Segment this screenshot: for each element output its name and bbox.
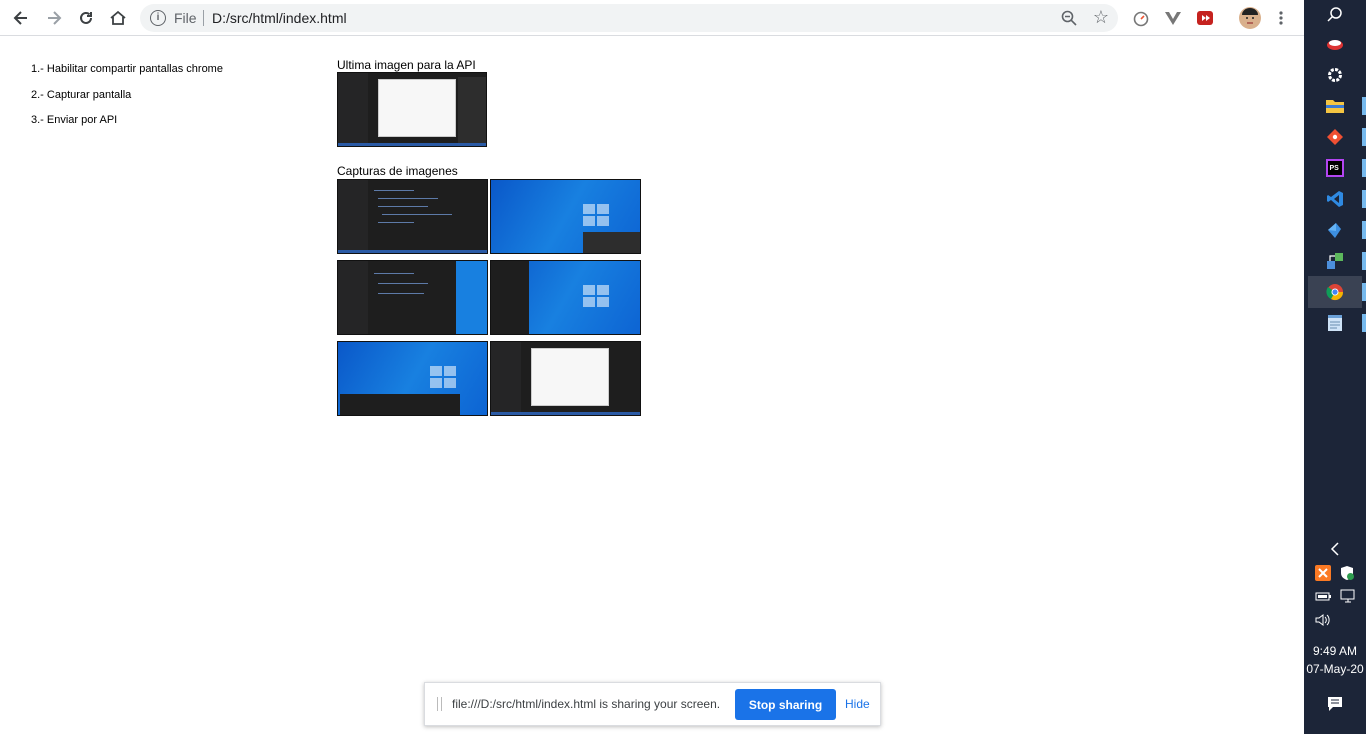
thumb-windows-logo [583,204,609,226]
extension-timer-icon[interactable] [1131,8,1151,28]
clock-time[interactable]: 9:49 AM [1304,644,1366,658]
capture-thumbnail [490,179,641,254]
browser-window: i File D:/src/html/index.html ☆ 1.- Habi… [0,0,1304,734]
bookmark-star-icon[interactable]: ☆ [1093,7,1109,28]
clock-date[interactable]: 07-May-20 [1304,662,1366,676]
thumb-sidebar [338,261,368,334]
thumb-taskbar [338,250,487,253]
thumb-windows-logo [430,366,456,388]
browser-toolbar: i File D:/src/html/index.html ☆ [0,0,1304,36]
address-bar[interactable]: i File D:/src/html/index.html ☆ [140,4,1118,32]
settings-icon[interactable] [1324,64,1346,86]
forward-button[interactable] [42,6,66,30]
git-icon[interactable] [1324,126,1346,148]
page-content: 1.- Habilitar compartir pantallas chrome… [0,37,1304,734]
thumb-editor-panel [340,394,460,415]
last-image-label: Ultima imagen para la API [337,58,476,72]
thumb-desktop-strip [456,261,487,334]
running-indicator [1362,221,1366,239]
stop-sharing-button[interactable]: Stop sharing [735,689,836,720]
home-button[interactable] [106,6,130,30]
extension-red-icon[interactable] [1195,8,1215,28]
home-icon [110,10,126,25]
thumb-taskbar [491,412,640,415]
step-item: 1.- Habilitar compartir pantallas chrome [31,63,223,75]
capture-thumbnail [337,341,488,416]
screen-sharing-bar: file:///D:/src/html/index.html is sharin… [424,682,881,726]
profile-avatar[interactable] [1239,7,1261,29]
file-explorer-icon[interactable] [1324,95,1346,117]
thumb-code-line [378,222,414,223]
running-indicator [1362,190,1366,208]
captures-label: Capturas de imagenes [337,164,458,178]
security-shield-icon[interactable] [1336,562,1358,584]
sharing-message: file:///D:/src/html/index.html is sharin… [452,697,721,711]
volume-icon[interactable] [1312,609,1334,631]
running-indicator [1362,128,1366,146]
battery-icon[interactable] [1312,585,1334,607]
capture-thumbnail [490,341,641,416]
phpstorm-icon[interactable]: PS [1324,157,1346,179]
thumb-sidebar [491,342,521,415]
drag-handle[interactable] [437,697,442,711]
windows-taskbar: PS 9:49 AM 07-May-20 [1304,0,1366,734]
thumb-code-line [378,283,428,284]
thumb-code-line [374,190,414,191]
address-scheme: File [174,10,197,26]
capture-thumbnail [337,260,488,335]
back-arrow-icon [13,11,27,25]
snipping-icon[interactable] [1324,33,1346,55]
running-indicator [1362,159,1366,177]
thumb-sidebar [338,73,368,146]
chrome-menu-icon[interactable] [1273,8,1289,28]
network-icon[interactable] [1336,585,1358,607]
thumb-code-line [382,214,452,215]
thumb-code-line [378,198,438,199]
thumb-editor-panel [583,232,640,253]
thumb-editor-panel [491,261,529,334]
reload-icon [80,11,92,24]
running-indicator [1362,252,1366,270]
capture-thumbnail [490,260,641,335]
thumb-taskbar [338,143,486,146]
forward-arrow-icon [48,11,62,25]
thumb-code-line [378,293,424,294]
chevron-left-icon[interactable] [1324,538,1346,560]
thumb-explorer-window [378,79,456,137]
capture-thumbnail [337,179,488,254]
thumb-code-line [374,273,414,274]
notepad-icon[interactable] [1324,312,1346,334]
vscode-icon[interactable] [1324,188,1346,210]
step-item: 2.- Capturar pantalla [31,88,132,101]
thumb-editor-panel [458,77,486,143]
step-item: 3.- Enviar por API [31,114,118,126]
running-indicator [1362,314,1366,332]
xampp-tray-icon[interactable] [1312,562,1334,584]
address-url[interactable]: D:/src/html/index.html [212,10,347,26]
search-icon[interactable] [1324,4,1346,26]
hide-link[interactable]: Hide [845,697,870,711]
thumb-explorer-window [531,348,609,406]
zoom-icon[interactable] [1060,9,1078,32]
chrome-icon[interactable] [1324,281,1346,303]
address-separator [203,10,204,26]
back-button[interactable] [9,6,33,30]
running-indicator [1362,283,1366,301]
extension-vue-icon[interactable] [1163,8,1183,28]
last-image-thumbnail [337,72,487,147]
thumb-code-line [378,206,428,207]
running-indicator [1362,97,1366,115]
network-app-icon[interactable] [1324,250,1346,272]
thumb-windows-logo [583,285,609,307]
notification-center-icon[interactable] [1324,693,1346,715]
steps-list: 1.- Habilitar compartir pantallas chrome… [31,63,223,140]
svg-text:PS: PS [1330,165,1340,172]
reload-button[interactable] [74,6,98,30]
kite-icon[interactable] [1324,219,1346,241]
thumb-sidebar [338,180,368,253]
site-info-icon[interactable]: i [150,10,166,26]
